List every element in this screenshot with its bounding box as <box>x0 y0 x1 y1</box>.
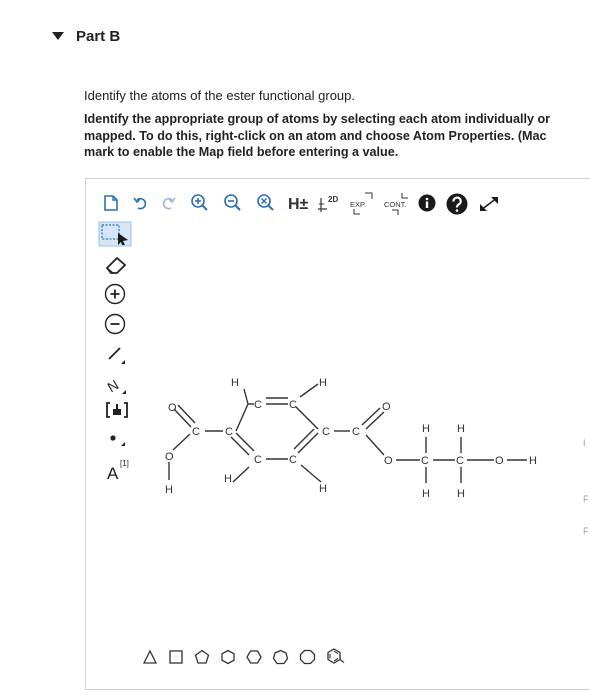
atom-c[interactable]: C <box>322 426 330 438</box>
instruction-line: mapped. To do this, right-click on an at… <box>84 128 547 143</box>
atom-o[interactable]: O <box>168 402 177 414</box>
atom-h[interactable]: H <box>165 484 173 496</box>
atom-c[interactable]: C <box>456 455 464 467</box>
molecule-editor[interactable]: H± 2D EXP. CONT. N A [1] O O H C C H H C… <box>85 178 590 690</box>
collapse-caret-icon[interactable] <box>52 32 64 40</box>
edge-label: I <box>583 438 586 448</box>
atom-h[interactable]: H <box>457 488 465 500</box>
atom-c[interactable]: C <box>254 399 262 411</box>
atom-h[interactable]: H <box>224 473 232 485</box>
instruction-line: mark to enable the Map field before ente… <box>84 145 399 159</box>
atom-o[interactable]: O <box>382 401 391 413</box>
edge-label: F <box>583 526 589 536</box>
instructions: Identify the appropriate group of atoms … <box>84 111 590 161</box>
atom-h[interactable]: H <box>319 377 327 389</box>
atom-h[interactable]: H <box>529 455 537 467</box>
atom-c[interactable]: C <box>192 426 200 438</box>
atom-o[interactable]: O <box>495 455 504 467</box>
atom-c[interactable]: C <box>289 454 297 466</box>
square-icon[interactable] <box>168 649 184 665</box>
pentagon-icon[interactable] <box>194 649 210 665</box>
atom-h[interactable]: H <box>422 488 430 500</box>
heptagon-icon[interactable] <box>272 649 289 665</box>
hexagon-icon[interactable] <box>220 649 236 665</box>
edge-label: F <box>583 494 589 504</box>
molecule-canvas[interactable]: O O H C C H H C C H C C H C C O O C C O … <box>86 179 590 689</box>
hexagon-alt-icon[interactable] <box>246 649 262 665</box>
triangle-icon[interactable] <box>142 649 158 665</box>
atom-o[interactable]: O <box>384 455 393 467</box>
atom-c[interactable]: C <box>254 454 262 466</box>
atom-h[interactable]: H <box>457 423 465 435</box>
atom-h[interactable]: H <box>422 423 430 435</box>
instruction-line: Identify the appropriate group of atoms … <box>84 112 551 126</box>
octagon-icon[interactable] <box>299 649 316 665</box>
atom-c[interactable]: C <box>289 399 297 411</box>
part-title: Part B <box>76 27 121 45</box>
benzene-icon[interactable] <box>325 647 345 666</box>
atom-o[interactable]: O <box>165 451 174 463</box>
atom-c[interactable]: C <box>225 426 233 438</box>
atom-h[interactable]: H <box>319 483 327 495</box>
part-header[interactable]: Part B <box>52 26 120 46</box>
atom-c[interactable]: C <box>352 426 360 438</box>
atom-h[interactable]: H <box>231 377 239 389</box>
question-text: Identify the atoms of the ester function… <box>84 88 355 103</box>
atom-c[interactable]: C <box>421 455 429 467</box>
